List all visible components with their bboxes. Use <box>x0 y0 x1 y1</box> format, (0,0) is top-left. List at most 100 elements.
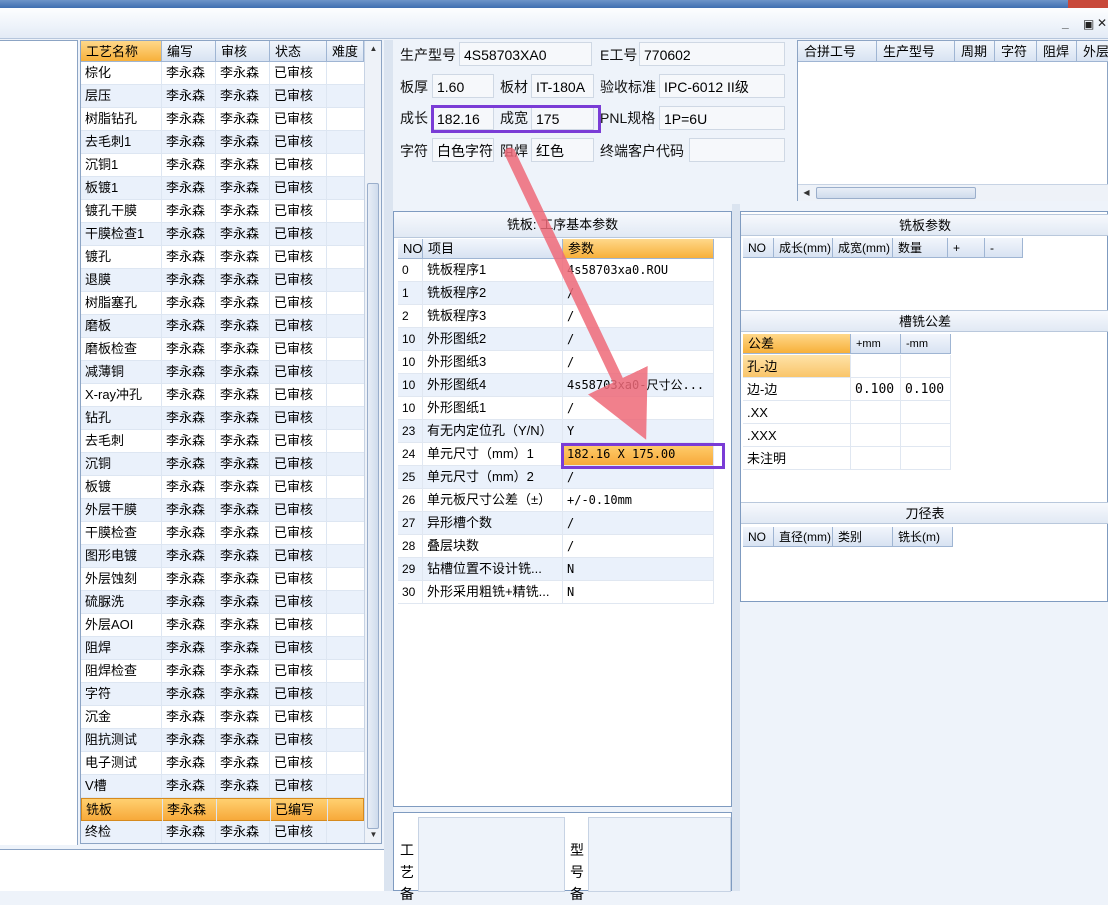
mill-row[interactable]: 1 铣板程序2/ <box>398 282 714 305</box>
column-header-1[interactable]: 编写 <box>162 41 216 62</box>
mill-row[interactable]: 25 单元尺寸（mm）2/ <box>398 466 714 489</box>
process-row[interactable]: 电子测试 李永森 李永森 已审核 <box>81 752 364 775</box>
tolerance-cell[interactable]: 未注明 <box>743 447 851 470</box>
tool-column-header[interactable]: 直径(mm) <box>774 527 833 547</box>
process-row[interactable]: 退膜 李永森 李永森 已审核 <box>81 269 364 292</box>
tolerance-column-header[interactable]: +mm <box>851 334 901 354</box>
column-header-0[interactable]: 工艺名称 <box>81 41 162 62</box>
tolerance-cell[interactable] <box>851 447 901 470</box>
process-row[interactable]: 树脂塞孔 李永森 李永森 已审核 <box>81 292 364 315</box>
tolerance-cell[interactable] <box>901 447 951 470</box>
mill-column-header[interactable]: 参数 <box>563 239 714 259</box>
process-row[interactable]: 图形电镀 李永森 李永森 已审核 <box>81 545 364 568</box>
soldermask-field[interactable]: 红色 <box>531 138 594 162</box>
column-header-4[interactable]: 难度 <box>327 41 364 62</box>
params-column-header[interactable]: + <box>948 238 985 258</box>
process-row[interactable]: 去毛刺1 李永森 李永森 已审核 <box>81 131 364 154</box>
process-row[interactable]: 磨板检查 李永森 李永森 已审核 <box>81 338 364 361</box>
restore-icon[interactable]: ▣ <box>1083 17 1094 31</box>
mill-row[interactable]: 29 钻槽位置不设计铣... N <box>398 558 714 581</box>
mill-row[interactable]: 10 外形图纸4 4s58703xa0-尺寸公... <box>398 374 714 397</box>
mill-row[interactable]: 28 叠层块数 / <box>398 535 714 558</box>
process-row[interactable]: 镀孔干膜 李永森 李永森 已审核 <box>81 200 364 223</box>
tolerance-cell[interactable] <box>901 401 951 424</box>
tolerance-cell[interactable]: .XXX <box>743 424 851 447</box>
merge-column-header[interactable]: 字符 <box>995 41 1037 62</box>
process-row[interactable]: 阻焊 李永森 李永森 已审核 <box>81 637 364 660</box>
process-row[interactable]: 钻孔 李永森 李永森 已审核 <box>81 407 364 430</box>
merge-column-header[interactable]: 周期 <box>955 41 995 62</box>
tolerance-cell[interactable] <box>851 401 901 424</box>
column-header-3[interactable]: 状态 <box>270 41 327 62</box>
scroll-thumb[interactable] <box>367 183 379 829</box>
process-row[interactable]: V槽 李永森 李永森 已审核 <box>81 775 364 798</box>
process-row[interactable]: 终检 李永森 李永森 已审核 <box>81 821 364 843</box>
mill-row[interactable]: 30 外形采用粗铣+精铣... N <box>398 581 714 604</box>
splitter[interactable] <box>732 204 740 891</box>
mill-row[interactable]: 10 外形图纸2/ <box>398 328 714 351</box>
standard-field[interactable]: IPC-6012 II级 <box>659 74 785 98</box>
scroll-down-icon[interactable]: ▼ <box>365 827 381 843</box>
scroll-thumb[interactable] <box>816 187 976 199</box>
mill-row[interactable]: 2 铣板程序3/ <box>398 305 714 328</box>
tolerance-column-header[interactable]: 公差 <box>743 334 851 354</box>
merge-column-header[interactable]: 合拼工号 <box>798 41 877 62</box>
column-header-2[interactable]: 审核 <box>216 41 270 62</box>
mill-row[interactable]: 27 异形槽个数 / <box>398 512 714 535</box>
process-row[interactable]: 外层AOI 李永森 李永森 已审核 <box>81 614 364 637</box>
tool-column-header[interactable]: NO <box>743 527 774 547</box>
tolerance-cell[interactable] <box>901 424 951 447</box>
tolerance-cell[interactable]: 边-边 <box>743 378 851 401</box>
process-row[interactable]: 外层干膜 李永森 李永森 已审核 <box>81 499 364 522</box>
params-column-header[interactable]: 成长(mm) <box>774 238 833 258</box>
tolerance-cell[interactable] <box>851 424 901 447</box>
pnl-field[interactable]: 1P=6U <box>659 106 785 130</box>
model-remark-textbox[interactable] <box>588 817 731 892</box>
tolerance-cell[interactable]: 0.100 <box>851 378 901 401</box>
process-row[interactable]: 镀孔 李永森 李永森 已审核 <box>81 246 364 269</box>
tolerance-cell[interactable] <box>851 355 901 378</box>
tool-column-header[interactable]: 铣长(m) <box>893 527 953 547</box>
process-row[interactable]: 阻焊检查 李永森 李永森 已审核 <box>81 660 364 683</box>
params-column-header[interactable]: - <box>985 238 1023 258</box>
mill-row[interactable]: 10 外形图纸1/ <box>398 397 714 420</box>
process-list-scrollbar[interactable]: ▲ ▼ <box>364 41 381 843</box>
process-row[interactable]: 板镀 李永森 李永森 已审核 <box>81 476 364 499</box>
merge-column-header[interactable]: 阻焊 <box>1037 41 1077 62</box>
mill-column-header[interactable]: 项目 <box>423 239 563 259</box>
process-remark-textbox[interactable] <box>418 817 565 892</box>
tolerance-cell[interactable]: 0.100 <box>901 378 951 401</box>
process-row[interactable]: 棕化 李永森 李永森 已审核 <box>81 62 364 85</box>
e-number-field[interactable]: 770602 <box>639 42 785 66</box>
process-row[interactable]: 去毛刺 李永森 李永森 已审核 <box>81 430 364 453</box>
process-row[interactable]: 干膜检查1 李永森 李永森 已审核 <box>81 223 364 246</box>
close-button[interactable] <box>1068 0 1108 8</box>
process-row[interactable]: 干膜检查 李永森 李永森 已审核 <box>81 522 364 545</box>
silkscreen-field[interactable]: 白色字符 <box>432 138 494 162</box>
mill-row[interactable]: 23 有无内定位孔（Y/N） Y <box>398 420 714 443</box>
process-row[interactable]: 阻抗测试 李永森 李永森 已审核 <box>81 729 364 752</box>
params-column-header[interactable]: NO <box>743 238 774 258</box>
tolerance-cell[interactable]: .XX <box>743 401 851 424</box>
mill-row[interactable]: 10 外形图纸3/ <box>398 351 714 374</box>
merge-column-header[interactable]: 外层 <box>1077 41 1108 62</box>
process-row[interactable]: 沉铜1 李永森 李永森 已审核 <box>81 154 364 177</box>
process-row[interactable]: X-ray冲孔 李永森 李永森 已审核 <box>81 384 364 407</box>
process-row[interactable]: 磨板 李永森 李永森 已审核 <box>81 315 364 338</box>
close-icon[interactable]: ✕ <box>1097 16 1107 30</box>
process-row[interactable]: 沉铜 李永森 李永森 已审核 <box>81 453 364 476</box>
process-row[interactable]: 沉金 李永森 李永森 已审核 <box>81 706 364 729</box>
thickness-field[interactable]: 1.60 <box>432 74 494 98</box>
scroll-left-icon[interactable]: ◀ <box>798 185 815 201</box>
tolerance-column-header[interactable]: -mm <box>901 334 951 354</box>
splitter[interactable] <box>384 40 393 891</box>
model-field[interactable]: 4S58703XA0 <box>459 42 592 66</box>
params-column-header[interactable]: 成宽(mm) <box>833 238 893 258</box>
mill-column-header[interactable]: NO <box>398 239 423 259</box>
process-row[interactable]: 字符 李永森 李永森 已审核 <box>81 683 364 706</box>
params-column-header[interactable]: 数量 <box>893 238 948 258</box>
process-row[interactable]: 硫脲洗 李永森 李永森 已审核 <box>81 591 364 614</box>
customer-code-field[interactable] <box>689 138 785 162</box>
process-row[interactable]: 板镀1 李永森 李永森 已审核 <box>81 177 364 200</box>
mill-row[interactable]: 0 铣板程序1 4s58703xa0.ROU <box>398 259 714 282</box>
